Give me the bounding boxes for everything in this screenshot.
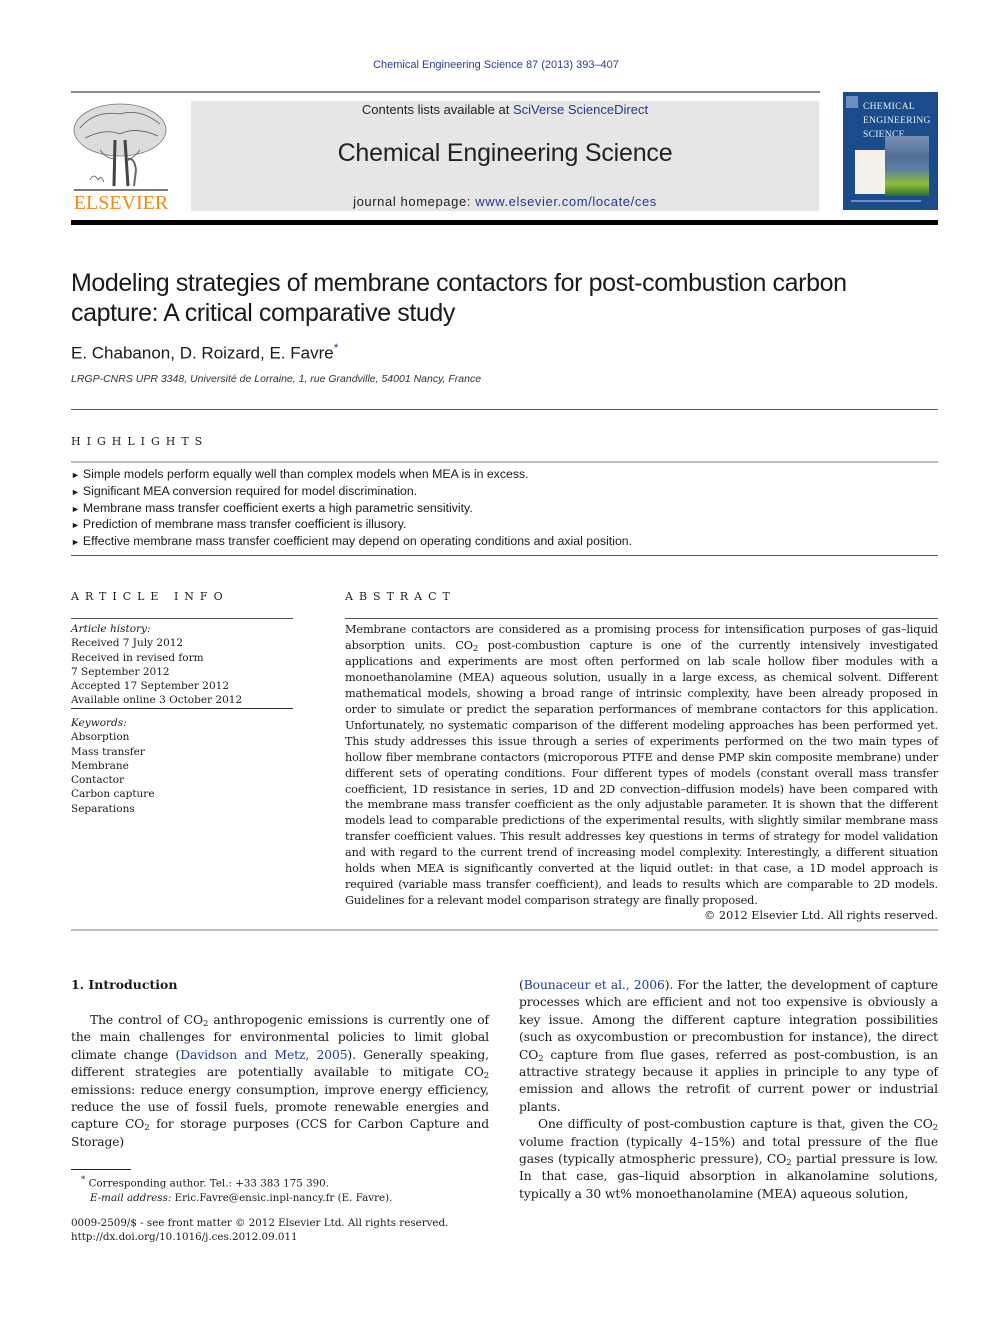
homepage-line: journal homepage: www.elsevier.com/locat…: [191, 194, 819, 209]
body-column-right: (Bounaceur et al., 2006). For the latter…: [519, 977, 938, 1203]
journal-cover-image: CHEMICAL ENGINEERING SCIENCE: [843, 92, 938, 210]
affiliation: LRGP-CNRS UPR 3348, Université de Lorrai…: [71, 373, 482, 385]
email-address[interactable]: Eric.Favre@ensic.inpl-nancy.fr (E. Favre…: [171, 1192, 393, 1204]
highlight-item: ► Effective membrane mass transfer coeffi…: [71, 534, 938, 551]
issn-line: 0009-2509/$ - see front matter © 2012 El…: [71, 1217, 449, 1229]
authors-text: E. Chabanon, D. Roizard, E. Favre: [71, 343, 334, 363]
cover-artwork: [885, 136, 929, 196]
doi-link[interactable]: http://dx.doi.org/10.1016/j.ces.2012.09.…: [71, 1230, 501, 1244]
citation-link[interactable]: Davidson and Metz, 2005: [180, 1048, 347, 1062]
footnotes: * Corresponding author. Tel.: +33 383 17…: [71, 1173, 501, 1206]
keyword: Separations: [71, 802, 135, 815]
article-info-heading: ARTICLE INFO: [71, 590, 229, 603]
highlight-text: Membrane mass transfer coefficient exert…: [82, 500, 473, 515]
divider: [71, 929, 938, 931]
article-title: Modeling strategies of membrane contacto…: [71, 268, 931, 328]
contents-line: Contents lists available at SciVerse Sci…: [191, 102, 819, 117]
paragraph: (Bounaceur et al., 2006). For the latter…: [519, 977, 938, 1116]
history-entry: Received in revised form: [71, 651, 204, 664]
highlight-text: Effective membrane mass transfer coeffic…: [82, 534, 633, 549]
keywords: Keywords: Absorption Mass transfer Membr…: [71, 716, 293, 816]
elsevier-wordmark: ELSEVIER: [73, 192, 169, 214]
cover-title-line: ENGINEERING: [863, 116, 931, 126]
highlight-item: ► Significant MEA conversion required for…: [71, 484, 938, 501]
bullet-triangle-icon: ►: [71, 537, 80, 548]
divider: [345, 618, 938, 619]
highlight-item: ► Membrane mass transfer coefficient exer…: [71, 501, 938, 518]
divider: [71, 555, 938, 556]
title-line: capture: A critical comparative study: [71, 299, 455, 327]
keyword: Contactor: [71, 774, 125, 787]
footnote-rule: [71, 1169, 131, 1170]
corresponding-footnote: * Corresponding author. Tel.: +33 383 17…: [71, 1173, 501, 1191]
header-thick-rule: [71, 220, 938, 225]
highlights-heading: HIGHLIGHTS: [71, 435, 209, 448]
keyword: Absorption: [71, 731, 130, 744]
keyword: Membrane: [71, 759, 129, 772]
paragraph: One difficulty of post-combustion captur…: [519, 1116, 938, 1203]
journal-homepage-link[interactable]: www.elsevier.com/locate/ces: [475, 194, 657, 209]
article-history: Article history: Received 7 July 2012 Re…: [71, 622, 293, 708]
highlight-item: ► Simple models perform equally well than…: [71, 467, 938, 484]
keyword: Mass transfer: [71, 745, 145, 758]
text: The control of CO: [90, 1013, 204, 1027]
section-heading: 1. Introduction: [71, 977, 178, 992]
text: capture from flue gases, referred as pos…: [519, 1047, 938, 1114]
highlight-item: ► Prediction of membrane mass transfer co…: [71, 517, 938, 534]
corresponding-author-mark[interactable]: *: [334, 341, 339, 355]
paragraph: The control of CO2 anthropogenic emissio…: [71, 1012, 489, 1151]
keywords-label: Keywords:: [71, 717, 127, 729]
history-label: Article history:: [71, 623, 151, 635]
email-footnote: E-mail address: Eric.Favre@ensic.inpl-na…: [71, 1191, 501, 1206]
highlights-list: ► Simple models perform equally well than…: [71, 467, 938, 551]
top-rule: [71, 91, 820, 93]
author-list: E. Chabanon, D. Roizard, E. Favre*: [71, 341, 338, 364]
history-entry: Accepted 17 September 2012: [71, 680, 230, 693]
history-entry: Available online 3 October 2012: [71, 694, 243, 707]
highlight-text: Simple models perform equally well than …: [82, 467, 529, 481]
subscript: 2: [932, 1123, 938, 1134]
footnote-text: Corresponding author. Tel.: +33 383 175 …: [85, 1177, 330, 1190]
title-line: Modeling strategies of membrane contacto…: [71, 269, 847, 297]
abstract-copyright: © 2012 Elsevier Ltd. All rights reserved…: [704, 909, 938, 922]
bullet-triangle-icon: ►: [71, 520, 80, 531]
cover-title-line: CHEMICAL: [863, 102, 916, 112]
abstract-part: post-combustion capture is one of the cu…: [345, 638, 939, 908]
keyword: Carbon capture: [71, 788, 155, 801]
divider: [71, 708, 293, 709]
homepage-prefix: journal homepage:: [353, 194, 476, 209]
journal-name: Chemical Engineering Science: [337, 139, 673, 167]
running-head[interactable]: Chemical Engineering Science 87 (2013) 3…: [0, 59, 992, 71]
highlight-text: Significant MEA conversion required for …: [82, 483, 418, 498]
subscript: 2: [483, 1071, 489, 1082]
divider: [71, 461, 938, 463]
history-entry: 7 September 2012: [71, 665, 170, 678]
text: One difficulty of post-combustion captur…: [538, 1117, 933, 1132]
contents-prefix: Contents lists available at: [361, 102, 513, 117]
highlight-text: Prediction of membrane mass transfer coe…: [82, 517, 407, 532]
sciencedirect-link[interactable]: SciVerse ScienceDirect: [513, 102, 648, 117]
body-column-left: The control of CO2 anthropogenic emissio…: [71, 1012, 489, 1151]
abstract-heading: ABSTRACT: [345, 590, 456, 603]
citation-link[interactable]: Bounaceur et al., 2006: [524, 978, 665, 992]
history-entry: Received 7 July 2012: [71, 637, 184, 650]
bullet-triangle-icon: ►: [71, 486, 80, 497]
bullet-triangle-icon: ►: [71, 503, 80, 514]
cover-emblem-icon: [846, 96, 858, 108]
cover-footer-bar: [851, 200, 921, 202]
abstract-text: Membrane contactors are considered as a …: [345, 622, 938, 909]
issn-doi-block: 0009-2509/$ - see front matter © 2012 El…: [71, 1216, 501, 1244]
email-label: E-mail address:: [90, 1192, 172, 1205]
divider: [71, 409, 938, 410]
bullet-triangle-icon: ►: [71, 470, 80, 480]
divider: [71, 618, 293, 619]
